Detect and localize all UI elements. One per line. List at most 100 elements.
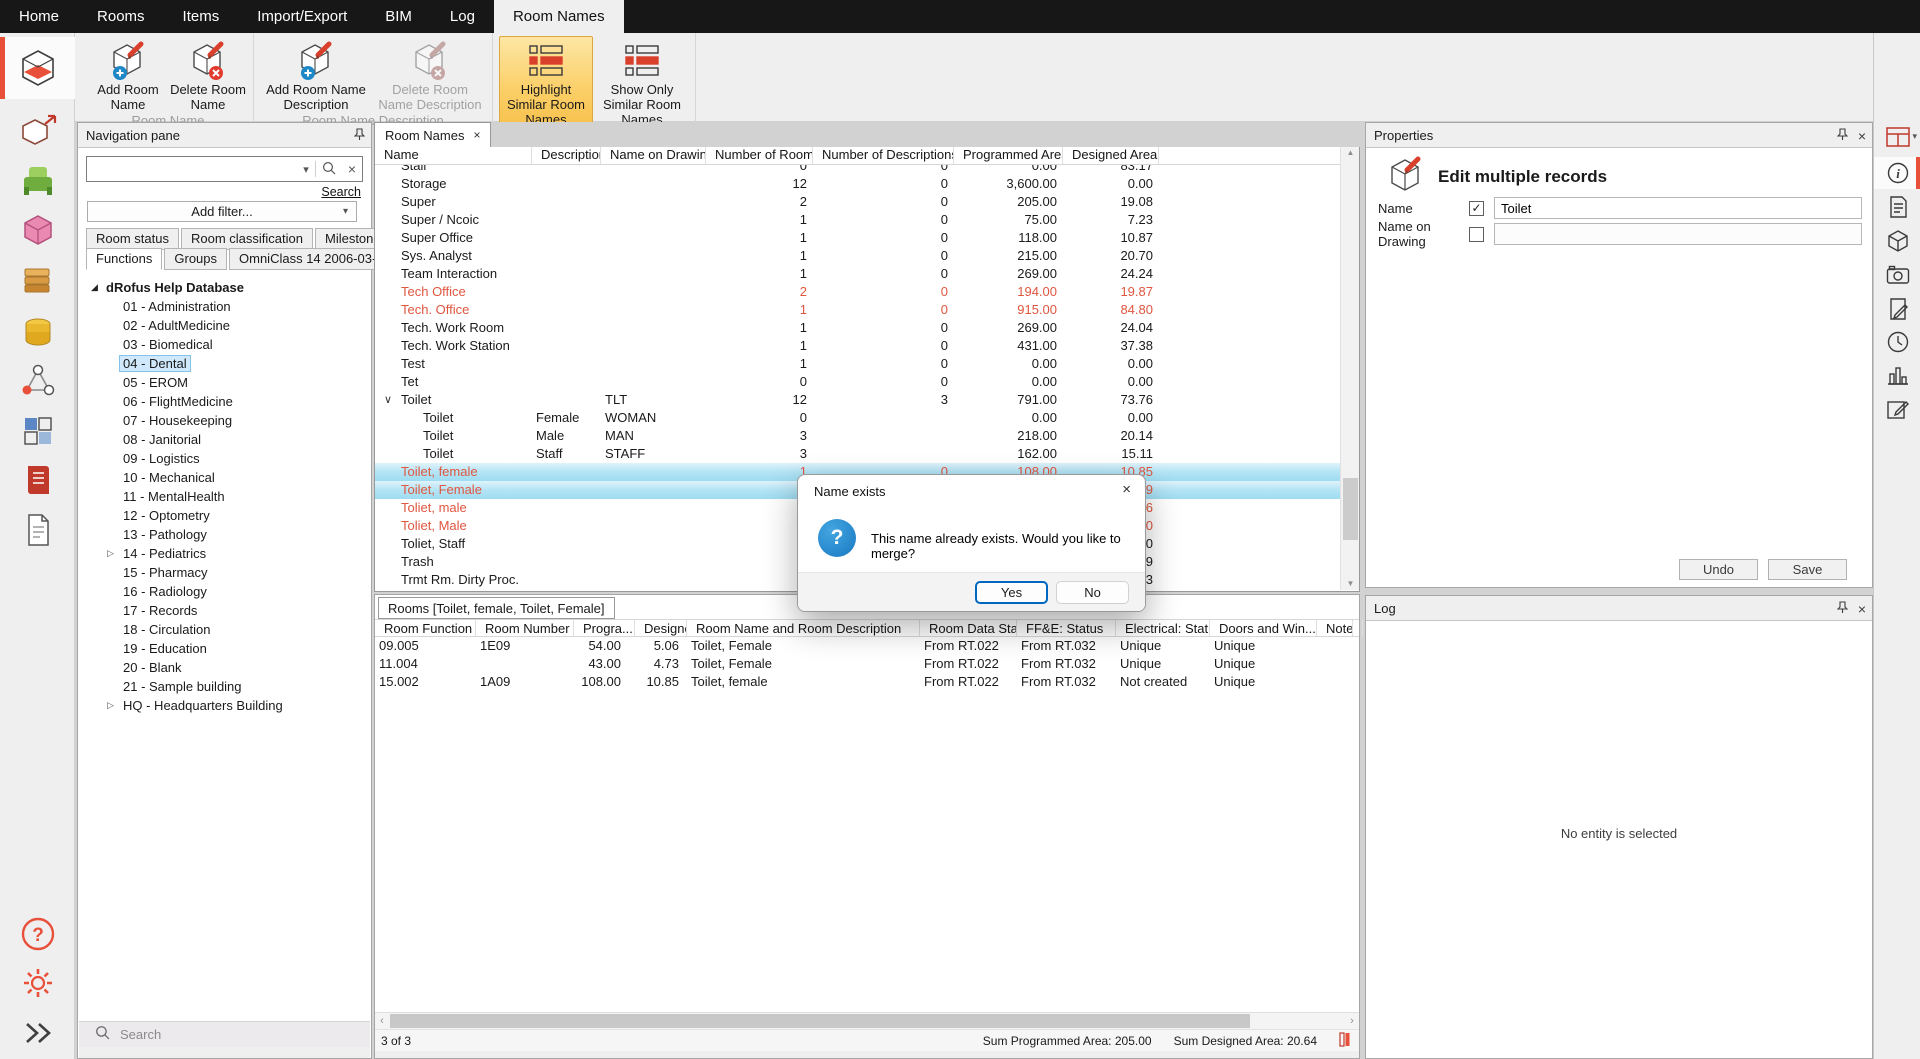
- scrollbar-thumb[interactable]: [1343, 478, 1358, 540]
- column-header-room-data-stat[interactable]: Room Data Stat...: [920, 620, 1017, 636]
- undo-button[interactable]: Undo: [1679, 559, 1758, 580]
- table-row[interactable]: Sys. Analyst10215.0020.70: [375, 247, 1341, 265]
- sidebar-templates-icon[interactable]: [0, 502, 75, 558]
- yes-button[interactable]: Yes: [975, 581, 1048, 604]
- sidebar-systems-icon[interactable]: [0, 353, 75, 409]
- expanded-triangle-icon[interactable]: ◢: [91, 278, 98, 297]
- column-header-progra[interactable]: Progra...: [574, 620, 635, 636]
- table-row[interactable]: ∨ToiletTLT123791.0073.76: [375, 391, 1341, 409]
- tree-item-18-circulation[interactable]: 18 - Circulation: [78, 620, 371, 639]
- clear-search-icon[interactable]: ×: [342, 161, 362, 177]
- column-header-name[interactable]: Name: [375, 146, 532, 164]
- column-header-electrical-status[interactable]: Electrical: Status: [1116, 620, 1210, 636]
- nav-bottom-search[interactable]: Search: [79, 1021, 370, 1047]
- tab-rooms-selection[interactable]: Rooms [Toilet, female, Toilet, Female]: [378, 597, 615, 619]
- table-row[interactable]: ToiletFemaleWOMAN00.000.00: [375, 409, 1341, 427]
- tree-item-21-sample-building[interactable]: 21 - Sample building: [78, 677, 371, 696]
- menu-item-rooms[interactable]: Rooms: [78, 0, 164, 33]
- tree-item-02-adultmedicine[interactable]: 02 - AdultMedicine: [78, 316, 371, 335]
- table-row[interactable]: Super20205.0019.08: [375, 193, 1341, 211]
- pin-icon[interactable]: [354, 128, 365, 144]
- nav-tab-groups[interactable]: Groups: [164, 248, 227, 270]
- column-header-ff-e-status[interactable]: FF&E: Status: [1017, 620, 1116, 636]
- table-row[interactable]: Test100.000.00: [375, 355, 1341, 373]
- highlight-similar-room-names-button[interactable]: Highlight Similar Room Names: [499, 36, 593, 128]
- sidebar-rooms-icon[interactable]: [0, 37, 75, 99]
- scroll-left-icon[interactable]: ‹: [375, 1013, 389, 1030]
- table-row[interactable]: Tech. Work Room10269.0024.04: [375, 319, 1341, 337]
- menu-item-room-names[interactable]: Room Names: [494, 0, 624, 33]
- scroll-up-icon[interactable]: ▲: [1341, 148, 1360, 157]
- tree-item-16-radiology[interactable]: 16 - Radiology: [78, 582, 371, 601]
- nav-tab-room-status[interactable]: Room status: [86, 228, 179, 250]
- table-row[interactable]: 15.0021A09108.0010.85Toilet, femaleFrom …: [375, 673, 1359, 691]
- menu-item-items[interactable]: Items: [164, 0, 239, 33]
- tree-item-08-janitorial[interactable]: 08 - Janitorial: [78, 430, 371, 449]
- name-on-drawing-checkbox[interactable]: [1469, 227, 1484, 242]
- tree-item-17-records[interactable]: 17 - Records: [78, 601, 371, 620]
- table-row[interactable]: Tech. Work Station10431.0037.38: [375, 337, 1341, 355]
- add-room-name-button[interactable]: Add Room Name: [89, 36, 167, 113]
- column-header-number-of-rooms[interactable]: Number of Rooms: [706, 146, 813, 164]
- sidebar-products-icon[interactable]: [0, 203, 75, 259]
- scroll-right-icon[interactable]: ›: [1345, 1013, 1359, 1030]
- menu-item-log[interactable]: Log: [431, 0, 494, 33]
- show-only-similar-room-names-button[interactable]: Show Only Similar Room Names: [595, 36, 689, 128]
- sidebar-settings-icon[interactable]: [0, 955, 75, 1011]
- tree-item-hq-headquarters-building[interactable]: ▷HQ - Headquarters Building: [78, 696, 371, 715]
- column-header-number-of-descriptions[interactable]: Number of Descriptions: [813, 146, 954, 164]
- collapsed-triangle-icon[interactable]: ▷: [107, 696, 114, 715]
- menu-item-home[interactable]: Home: [0, 0, 78, 33]
- panel-chart-icon[interactable]: [1874, 359, 1920, 391]
- add-filter-button[interactable]: Add filter... ▾: [87, 201, 357, 222]
- table-row[interactable]: Stall000.0083.17: [375, 165, 1341, 175]
- table-row[interactable]: Team Interaction10269.0024.24: [375, 265, 1341, 283]
- tab-room-names[interactable]: Room Names ×: [374, 122, 491, 147]
- tree-item-13-pathology[interactable]: 13 - Pathology: [78, 525, 371, 544]
- tree-item-19-education[interactable]: 19 - Education: [78, 639, 371, 658]
- column-header-room-function[interactable]: Room Function #: [375, 620, 476, 636]
- sidebar-help-icon[interactable]: ?: [0, 906, 75, 962]
- tree-item-11-mentalhealth[interactable]: 11 - MentalHealth: [78, 487, 371, 506]
- scroll-down-icon[interactable]: ▼: [1341, 579, 1360, 588]
- panel-model-icon[interactable]: [1874, 225, 1920, 257]
- collapsed-triangle-icon[interactable]: ▷: [107, 544, 114, 563]
- close-tab-icon[interactable]: ×: [473, 128, 480, 142]
- menu-item-bim[interactable]: BIM: [366, 0, 431, 33]
- tree-item-12-optometry[interactable]: 12 - Optometry: [78, 506, 371, 525]
- tree-item-04-dental[interactable]: 04 - Dental: [78, 354, 371, 373]
- sidebar-documents-icon[interactable]: [0, 252, 75, 308]
- table-row[interactable]: Tech. Office10915.0084.80: [375, 301, 1341, 319]
- tree-item-03-biomedical[interactable]: 03 - Biomedical: [78, 335, 371, 354]
- close-pane-icon[interactable]: ×: [1858, 128, 1866, 144]
- column-header-designed-area[interactable]: Designed Area: [1063, 146, 1159, 164]
- tree-item-06-flightmedicine[interactable]: 06 - FlightMedicine: [78, 392, 371, 411]
- panel-clock-icon[interactable]: [1874, 326, 1920, 358]
- name-field-checkbox[interactable]: ✓: [1469, 201, 1484, 216]
- sidebar-classification-icon[interactable]: [0, 403, 75, 459]
- nav-tab-functions[interactable]: Functions: [86, 248, 162, 270]
- tree-root[interactable]: ◢dRofus Help Database: [78, 278, 371, 297]
- column-header-name-on-drawing[interactable]: Name on Drawing: [601, 146, 706, 164]
- table-row[interactable]: ToiletMaleMAN3218.0020.14: [375, 427, 1341, 445]
- column-header-note[interactable]: Note: [1317, 620, 1353, 636]
- column-header-room-name-and-room-description[interactable]: Room Name and Room Description: [687, 620, 920, 636]
- panel-document-icon[interactable]: [1874, 191, 1920, 223]
- no-button[interactable]: No: [1056, 581, 1129, 604]
- panel-edit-icon[interactable]: [1874, 394, 1920, 426]
- nav-tab-room-classification[interactable]: Room classification: [181, 228, 313, 250]
- close-pane-icon[interactable]: ×: [1858, 601, 1866, 617]
- column-header-programmed-area[interactable]: Programmed Area: [954, 146, 1063, 164]
- tree-item-14-pediatrics[interactable]: ▷14 - Pediatrics: [78, 544, 371, 563]
- add-room-name-description-button[interactable]: Add Room Name Description: [260, 36, 372, 113]
- table-row[interactable]: 09.0051E0954.005.06Toilet, FemaleFrom RT…: [375, 637, 1359, 655]
- sidebar-reports-icon[interactable]: [0, 452, 75, 508]
- area-report-icon[interactable]: [1339, 1032, 1351, 1050]
- save-button[interactable]: Save: [1768, 559, 1847, 580]
- panel-page-edit-icon[interactable]: [1874, 293, 1920, 325]
- search-icon[interactable]: [316, 161, 342, 178]
- tree-item-10-mechanical[interactable]: 10 - Mechanical: [78, 468, 371, 487]
- table-row[interactable]: Storage1203,600.000.00: [375, 175, 1341, 193]
- sidebar-expand-icon[interactable]: [0, 1005, 75, 1059]
- column-header-description[interactable]: Description: [532, 146, 601, 164]
